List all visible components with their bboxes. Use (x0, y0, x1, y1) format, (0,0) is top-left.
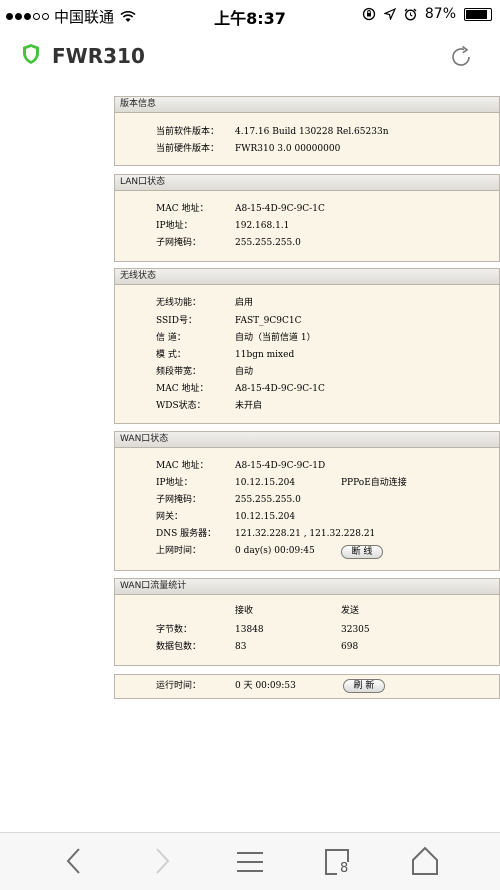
bytes-recv: 13848 (235, 625, 264, 635)
field-label: 信 道： (156, 333, 186, 343)
shield-icon (23, 44, 39, 64)
version-info-panel: 版本信息 当前软件版本： 4.17.16 Build 130228 Rel.65… (114, 96, 500, 166)
recv-header: 接收 (235, 606, 254, 616)
field-label: 上网时间： (156, 546, 202, 556)
runtime-panel: 运行时间： 0 天 00:09:53 刷 新 (114, 674, 500, 699)
tabs-button[interactable]: 8 (324, 848, 350, 876)
browser-toolbar: 8 (0, 832, 500, 890)
panel-title: 无线状态 (115, 269, 499, 285)
connection-type: PPPoE自动连接 (341, 478, 407, 488)
field-value: 11bgn mixed (235, 350, 295, 360)
panel-title: WAN口状态 (115, 432, 499, 448)
battery-icon (464, 7, 492, 21)
field-value: 未开启 (235, 401, 263, 411)
field-label: 当前软件版本： (156, 127, 220, 137)
field-label: MAC 地址： (156, 461, 209, 471)
bytes-send: 32305 (341, 625, 370, 635)
packets-send: 698 (341, 642, 359, 652)
send-header: 发送 (341, 606, 360, 616)
field-label: 子网掩码： (156, 495, 202, 505)
field-value: 自动 (235, 367, 254, 377)
tab-count: 8 (340, 861, 349, 876)
forward-icon[interactable] (152, 847, 172, 875)
back-icon[interactable] (64, 847, 84, 875)
battery-percent: 87% (424, 6, 456, 22)
field-value: 192.168.1.1 (235, 221, 290, 231)
field-label: IP地址： (156, 478, 193, 488)
field-value: 121.32.228.21 , 121.32.228.21 (235, 529, 376, 539)
status-right: 87% (362, 6, 492, 22)
packets-recv: 83 (235, 642, 247, 652)
panel-title: WAN口流量统计 (115, 579, 499, 595)
field-label: 网关： (156, 512, 184, 522)
field-value: A8-15-4D-9C-9C-1D (235, 461, 326, 471)
field-value: A8-15-4D-9C-9C-1C (235, 384, 325, 394)
status-bar: 中国联通 上午8:37 87% (0, 0, 500, 30)
disconnect-button[interactable]: 断 线 (341, 545, 383, 559)
field-label: 子网掩码： (156, 238, 202, 248)
wan-status-panel: WAN口状态 MAC 地址： A8-15-4D-9C-9C-1D IP地址： 1… (114, 431, 500, 571)
wan-traffic-panel: WAN口流量统计 接收 发送 字节数： 13848 32305 数据包数： 83… (114, 578, 500, 666)
field-value: FAST_9C9C1C (235, 316, 302, 326)
field-label: DNS 服务器： (156, 529, 217, 539)
field-label: 无线功能： (156, 298, 202, 308)
field-label: IP地址： (156, 221, 193, 231)
alarm-icon (404, 8, 417, 20)
field-value: FWR310 3.0 00000000 (235, 144, 341, 154)
orientation-lock-icon (362, 7, 376, 21)
field-value: 255.255.255.0 (235, 238, 301, 248)
field-value: 255.255.255.0 (235, 495, 301, 505)
field-value: A8-15-4D-9C-9C-1C (235, 204, 325, 214)
field-value: 10.12.15.204 (235, 512, 296, 522)
field-label: 字节数： (156, 625, 193, 635)
field-value: 10.12.15.204 (235, 478, 296, 488)
field-value: 4.17.16 Build 130228 Rel.65233n (235, 127, 389, 137)
runtime-value: 0 天 00:09:53 (235, 681, 296, 691)
lan-status-panel: LAN口状态 MAC 地址： A8-15-4D-9C-9C-1C IP地址： 1… (114, 174, 500, 262)
field-label: 频段带宽： (156, 367, 202, 377)
field-label: MAC 地址： (156, 204, 209, 214)
field-label: MAC 地址： (156, 384, 209, 394)
field-label: 当前硬件版本： (156, 144, 220, 154)
menu-icon[interactable] (236, 851, 264, 873)
refresh-button[interactable]: 刷 新 (343, 679, 385, 693)
wireless-status-panel: 无线状态 无线功能： 启用 SSID号： FAST_9C9C1C 信 道： 自动… (114, 268, 500, 424)
field-value: 自动（当前信道 1） (235, 333, 316, 343)
panel-title: LAN口状态 (115, 175, 499, 191)
location-icon (383, 8, 396, 20)
field-label: 模 式： (156, 350, 186, 360)
home-icon[interactable] (411, 846, 439, 876)
field-value: 0 day(s) 00:09:45 (235, 546, 315, 556)
field-label: 运行时间： (156, 681, 202, 691)
field-label: 数据包数： (156, 642, 202, 652)
field-label: WDS状态： (156, 401, 206, 411)
browser-header: FWR310 (0, 30, 500, 85)
reload-icon[interactable] (448, 44, 474, 70)
panel-title: 版本信息 (115, 97, 499, 113)
page-title: FWR310 (52, 44, 145, 68)
field-value: 启用 (235, 298, 254, 308)
field-label: SSID号： (156, 316, 197, 326)
